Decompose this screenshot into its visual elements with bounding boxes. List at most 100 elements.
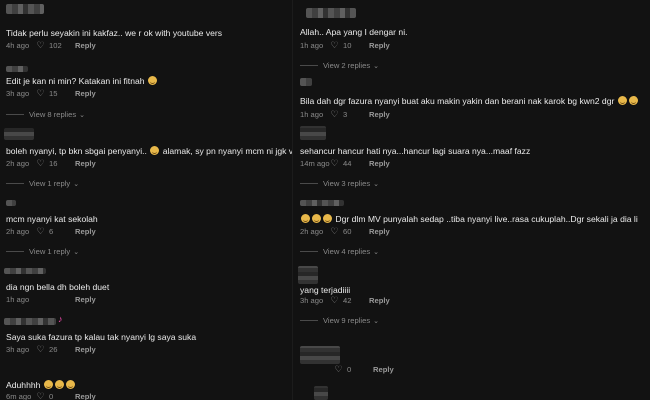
reply-button[interactable]: Reply bbox=[75, 392, 96, 400]
username-blurred[interactable] bbox=[6, 4, 44, 14]
comment-text: boleh nyanyi, tp bkn sbgai penyanyi.. al… bbox=[6, 146, 293, 156]
heart-outline-icon[interactable]: ♡ bbox=[36, 88, 45, 99]
reply-button[interactable]: Reply bbox=[369, 296, 390, 305]
reply-button[interactable]: Reply bbox=[75, 295, 96, 304]
like-count: 60 bbox=[343, 227, 352, 236]
chevron-down-icon: ⌄ bbox=[373, 248, 380, 256]
comment-meta: 6m ago ♡ 0 Reply bbox=[6, 391, 96, 400]
username-blurred[interactable] bbox=[300, 346, 340, 364]
divider-line bbox=[300, 320, 318, 321]
comment-meta: 14m ago ♡ 44 Reply bbox=[300, 158, 390, 169]
timestamp: 3h ago bbox=[6, 345, 30, 354]
heart-outline-icon[interactable]: ♡ bbox=[330, 295, 339, 306]
laughing-face-icon bbox=[301, 214, 310, 223]
username-blurred[interactable] bbox=[300, 78, 312, 86]
comment-text: Tidak perlu seyakin ini kakfaz.. we r ok… bbox=[6, 28, 223, 38]
chevron-down-icon: ⌄ bbox=[373, 62, 380, 70]
view-replies-label: View 2 replies bbox=[323, 61, 371, 70]
comment-text: dia ngn bella dh boleh duet bbox=[6, 282, 110, 292]
reply-button[interactable]: Reply bbox=[75, 159, 96, 168]
comment-meta: 2h ago ♡ 60 Reply bbox=[300, 226, 390, 237]
username-blurred[interactable] bbox=[300, 126, 326, 140]
view-replies-button[interactable]: View 9 replies ⌄ bbox=[300, 316, 379, 325]
reply-button[interactable]: Reply bbox=[75, 89, 96, 98]
laughing-face-icon bbox=[628, 96, 638, 105]
comment-text: mcm nyanyi kat sekolah bbox=[6, 214, 98, 224]
comment-meta: 3h ago ♡ 42 Reply bbox=[300, 295, 390, 306]
username-blurred[interactable] bbox=[298, 266, 318, 284]
reply-button[interactable]: Reply bbox=[369, 110, 390, 119]
chevron-down-icon: ⌄ bbox=[373, 317, 380, 325]
heart-outline-icon[interactable]: ♡ bbox=[330, 40, 339, 51]
chevron-down-icon: ⌄ bbox=[73, 248, 80, 256]
comment-meta: 3h ago ♡ 26 Reply bbox=[6, 344, 96, 355]
view-replies-label: View 1 reply bbox=[29, 247, 71, 256]
heart-outline-icon[interactable]: ♡ bbox=[36, 391, 45, 400]
laughing-face-icon bbox=[147, 76, 157, 85]
laughing-face-icon bbox=[617, 96, 627, 105]
view-replies-button[interactable]: View 1 reply ⌄ bbox=[6, 179, 79, 188]
reply-button[interactable]: Reply bbox=[369, 227, 390, 236]
view-replies-label: View 1 reply bbox=[29, 179, 71, 188]
view-replies-label: View 9 replies bbox=[323, 316, 371, 325]
like-count: 6 bbox=[49, 227, 54, 236]
like-count: 15 bbox=[49, 89, 58, 98]
divider-line bbox=[6, 114, 24, 115]
laughing-face-icon bbox=[312, 214, 321, 223]
heart-outline-icon[interactable]: ♡ bbox=[36, 158, 45, 169]
heart-outline-icon[interactable]: ♡ bbox=[36, 344, 45, 355]
comment-meta: 4h ago ♡ 102 Reply bbox=[6, 40, 96, 51]
laughing-face-icon bbox=[65, 380, 75, 389]
username-blurred[interactable] bbox=[6, 66, 28, 72]
comment-meta: 1h ago ♡ 3 Reply bbox=[300, 109, 390, 120]
view-replies-button[interactable]: View 4 replies ⌄ bbox=[300, 247, 379, 256]
divider-line bbox=[6, 183, 24, 184]
heart-outline-icon[interactable]: ♡ bbox=[36, 40, 45, 51]
heart-outline-icon[interactable]: ♡ bbox=[330, 158, 339, 169]
heart-outline-icon[interactable]: ♡ bbox=[334, 364, 343, 375]
view-replies-button[interactable]: View 2 replies ⌄ bbox=[300, 61, 379, 70]
timestamp: 6m ago bbox=[6, 392, 32, 400]
view-replies-button[interactable]: View 3 replies ⌄ bbox=[300, 179, 379, 188]
heart-outline-icon[interactable]: ♡ bbox=[330, 109, 339, 120]
username-blurred[interactable] bbox=[4, 268, 46, 274]
timestamp: 3h ago bbox=[6, 89, 30, 98]
like-count: 26 bbox=[49, 345, 58, 354]
laughing-face-icon bbox=[323, 214, 332, 223]
reply-button[interactable]: Reply bbox=[373, 365, 394, 374]
heart-outline-icon[interactable]: ♡ bbox=[330, 226, 339, 237]
comment-text: yang terjadiiii bbox=[300, 285, 351, 295]
reply-button[interactable]: Reply bbox=[369, 41, 390, 50]
username-blurred[interactable] bbox=[4, 318, 56, 325]
username-blurred[interactable] bbox=[4, 128, 34, 140]
reply-button[interactable]: Reply bbox=[75, 345, 96, 354]
view-replies-label: View 4 replies bbox=[323, 247, 371, 256]
view-replies-label: View 3 replies bbox=[323, 179, 371, 188]
like-count: 3 bbox=[343, 110, 348, 119]
avatar-blurred[interactable] bbox=[314, 386, 328, 400]
comment-meta: 2h ago ♡ 6 Reply bbox=[6, 226, 96, 237]
reply-button[interactable]: Reply bbox=[75, 41, 96, 50]
username-blurred[interactable] bbox=[306, 8, 356, 18]
timestamp: 2h ago bbox=[6, 159, 30, 168]
comment-text: Bila dah dgr fazura nyanyi buat aku maki… bbox=[300, 96, 639, 106]
timestamp: 1h ago bbox=[300, 110, 324, 119]
laughing-face-icon bbox=[150, 146, 160, 155]
comment-meta: 1h ago ♡ Reply bbox=[6, 294, 96, 305]
like-count: 102 bbox=[49, 41, 62, 50]
username-blurred[interactable] bbox=[6, 200, 16, 206]
like-count: 10 bbox=[343, 41, 352, 50]
view-replies-button[interactable]: View 1 reply ⌄ bbox=[6, 247, 79, 256]
username-blurred[interactable] bbox=[300, 200, 344, 206]
timestamp: 3h ago bbox=[300, 296, 324, 305]
comments-column-right: Allah.. Apa yang I dengar ni. 1h ago ♡ 1… bbox=[294, 0, 650, 400]
chevron-down-icon: ⌄ bbox=[73, 180, 80, 188]
heart-outline-icon[interactable]: ♡ bbox=[36, 226, 45, 237]
timestamp: 1h ago bbox=[6, 295, 30, 304]
reply-button[interactable]: Reply bbox=[75, 227, 96, 236]
reply-button[interactable]: Reply bbox=[369, 159, 390, 168]
music-note-icon: ♪ bbox=[58, 314, 63, 324]
view-replies-button[interactable]: View 8 replies ⌄ bbox=[6, 110, 85, 119]
divider-line bbox=[300, 65, 318, 66]
comment-meta: 3h ago ♡ 15 Reply bbox=[6, 88, 96, 99]
